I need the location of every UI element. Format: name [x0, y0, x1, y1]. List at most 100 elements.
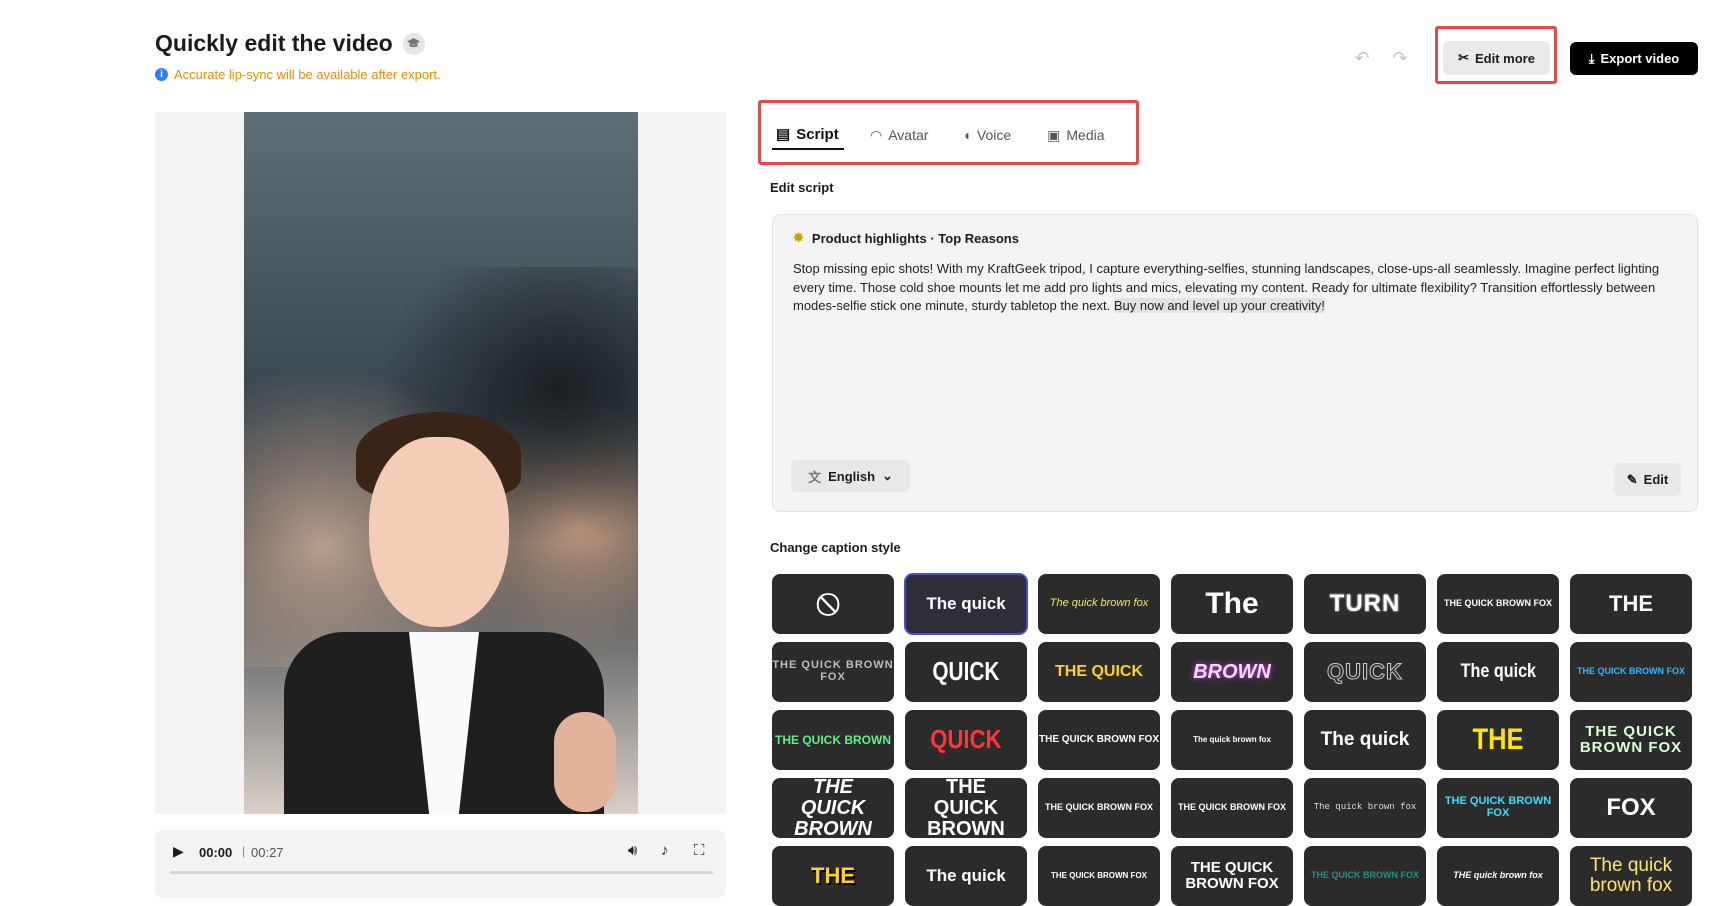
- caption-style-pink-glow[interactable]: BROWN: [1171, 642, 1293, 702]
- caption-style-purple-bar[interactable]: The quick brown fox: [1171, 710, 1293, 770]
- caption-style-preview: THE QUICK BROWN FOX: [1444, 795, 1552, 819]
- fullscreen-icon[interactable]: ⛶: [694, 842, 705, 859]
- caption-style-violet-small[interactable]: THE QUICK BROWN FOX: [1171, 778, 1293, 838]
- caption-style-white-fox[interactable]: FOX: [1570, 778, 1692, 838]
- script-card: [772, 214, 1698, 512]
- caption-style-cyan-italic[interactable]: THE quick brown fox: [1437, 846, 1559, 906]
- tab-script-label: Script: [796, 125, 839, 143]
- caption-style-preview: THE QUICK BROWN FOX: [1185, 859, 1279, 892]
- tab-voice-label: Voice: [976, 127, 1012, 143]
- current-time: 00:00: [199, 845, 233, 860]
- caption-style-outline-white[interactable]: TURN: [1304, 574, 1426, 634]
- video-frame[interactable]: [244, 112, 638, 814]
- voice-icon: ◖: [962, 127, 971, 143]
- caption-style-preview: THE QUICK BROWN FOX: [1311, 870, 1419, 881]
- edit-label: Edit: [1643, 472, 1669, 487]
- caption-style-green-two-line[interactable]: THE QUICK BROWN FOX: [1570, 710, 1692, 770]
- export-label: Export video: [1600, 51, 1680, 66]
- caption-style-yellow-bold[interactable]: THE QUICK: [1038, 642, 1160, 702]
- caption-style-preview: THE QUICK BROWN FOX: [1178, 802, 1286, 813]
- tutorial-cap-icon[interactable]: [402, 32, 425, 55]
- info-icon: i: [155, 68, 168, 81]
- chevron-down-icon: ⌄: [882, 468, 893, 483]
- caption-style-red-white[interactable]: The quick: [1304, 710, 1426, 770]
- caption-style-yellow-big[interactable]: THE: [1437, 710, 1559, 770]
- tab-avatar-label: Avatar: [888, 127, 929, 143]
- caption-style-preview: THE: [1609, 591, 1653, 617]
- caption-style-preview: THE QUICK BROWN FOX: [1577, 666, 1685, 677]
- caption-style-mono-tiny[interactable]: The quick brown fox: [1304, 778, 1426, 838]
- caption-style-yellow-stack[interactable]: THE QUICK BROWN: [905, 778, 1027, 838]
- caption-style-preview: The quick: [926, 594, 1006, 614]
- tab-voice[interactable]: ◖ Voice: [958, 120, 1015, 150]
- caption-style-teal-faded[interactable]: THE QUICK BROWN FOX: [1304, 846, 1426, 906]
- caption-style-small-caps-teal[interactable]: THE QUICK BROWN FOX: [1437, 574, 1559, 634]
- language-select[interactable]: 文 English ⌄: [791, 460, 910, 492]
- script-heading-text: Product highlights · Top Reasons: [811, 230, 1019, 246]
- caption-style-preview: THE QUICK BROWN: [775, 732, 891, 747]
- caption-style-outline-grey[interactable]: QUICK: [1304, 642, 1426, 702]
- caption-style-none[interactable]: ⃠: [772, 574, 894, 634]
- caption-style-preview: THE QUICK BROWN FOX: [1039, 733, 1159, 745]
- caption-style-blue-small[interactable]: THE QUICK BROWN FOX: [1570, 642, 1692, 702]
- caption-style-selected[interactable]: The quick: [904, 573, 1028, 635]
- tab-avatar[interactable]: ◠ Avatar: [866, 120, 932, 150]
- tab-media[interactable]: ▣ Media: [1043, 120, 1108, 150]
- caption-style-purple-box[interactable]: THE QUICK BROWN FOX: [1038, 710, 1160, 770]
- volume-icon[interactable]: 🔊︎: [628, 842, 637, 859]
- sparkle-icon: ✸: [793, 230, 804, 245]
- caption-style-preview: The quick: [1320, 729, 1410, 751]
- tiktok-icon[interactable]: ♪: [661, 842, 669, 859]
- script-highlight: Buy now and level up your creativity!: [1113, 298, 1325, 313]
- caption-style-label: Change caption style: [770, 540, 901, 555]
- language-label: English: [828, 468, 876, 484]
- script-heading: ✸ Product highlights · Top Reasons: [793, 230, 1019, 246]
- caption-style-preview: THE quick brown fox: [1453, 870, 1543, 881]
- script-textarea[interactable]: Stop missing epic shots! With my KraftGe…: [793, 260, 1678, 316]
- caption-style-yellow-3d[interactable]: THE: [772, 846, 894, 906]
- caption-style-condensed-white-2[interactable]: The quick: [1437, 642, 1559, 702]
- caption-style-bold-white[interactable]: THE: [1570, 574, 1692, 634]
- page-title-text: Quickly edit the video: [155, 30, 393, 56]
- caption-style-preview: THE QUICK BROWN: [794, 778, 872, 838]
- caption-style-big-white[interactable]: The: [1171, 574, 1293, 634]
- edit-script-label: Edit script: [770, 180, 834, 195]
- caption-style-teal-small[interactable]: THE QUICK BROWN FOX: [1038, 778, 1160, 838]
- caption-style-preview: The quick brown fox: [1589, 855, 1673, 896]
- caption-style-preview: THE: [1472, 723, 1524, 757]
- tab-script[interactable]: ▤ Script: [772, 120, 844, 150]
- caption-style-preview: QUICK: [932, 656, 1000, 687]
- caption-style-preview: TURN: [1329, 590, 1401, 618]
- edit-more-button[interactable]: ✂ Edit more: [1443, 41, 1550, 75]
- export-video-button[interactable]: ⤓ Export video: [1570, 42, 1698, 75]
- edit-script-button[interactable]: ✎ Edit: [1614, 463, 1681, 496]
- translate-icon: 文: [808, 469, 822, 485]
- play-icon[interactable]: ▶: [173, 843, 184, 860]
- caption-style-preview: THE QUICK BROWN FOX: [772, 659, 894, 683]
- caption-style-blue-box[interactable]: THE QUICK BROWN FOX: [1038, 846, 1160, 906]
- caption-style-green-last[interactable]: The quick: [905, 846, 1027, 906]
- page-title: Quickly edit the video: [155, 30, 425, 57]
- caption-style-yellow-two-line[interactable]: THE QUICK BROWN FOX: [1171, 846, 1293, 906]
- editor-tabs: ▤ Script ◠ Avatar ◖ Voice ▣ Media: [772, 120, 1109, 150]
- pencil-icon: ✎: [1626, 471, 1638, 487]
- caption-style-mono-grey[interactable]: THE QUICK BROWN FOX: [772, 642, 894, 702]
- player-controls: [155, 830, 726, 898]
- caption-style-yellow-italic[interactable]: The quick brown fox: [1038, 574, 1160, 634]
- caption-style-cyan-condensed[interactable]: THE QUICK BROWN FOX: [1437, 778, 1559, 838]
- caption-style-preview: THE: [811, 863, 855, 889]
- progress-bar[interactable]: [170, 871, 713, 874]
- caption-style-red-stroke[interactable]: QUICK: [905, 710, 1027, 770]
- caption-style-green-mix[interactable]: THE QUICK BROWN: [772, 710, 894, 770]
- caption-style-preview: THE QUICK BROWN FOX: [1444, 598, 1552, 609]
- redo-icon[interactable]: ↷: [1388, 46, 1412, 70]
- script-icon: ▤: [776, 126, 791, 143]
- caption-style-condensed-white[interactable]: QUICK: [905, 642, 1027, 702]
- caption-style-preview: The quick brown fox: [1049, 597, 1149, 610]
- undo-icon[interactable]: ↶: [1350, 46, 1374, 70]
- caption-style-preview: The quick brown fox: [1313, 802, 1417, 813]
- caption-style-yellow-white-two-line[interactable]: The quick brown fox: [1570, 846, 1692, 906]
- caption-style-purple-stack[interactable]: THE QUICK BROWN: [772, 778, 894, 838]
- caption-style-preview: THE QUICK BROWN: [927, 778, 1005, 838]
- media-icon: ▣: [1047, 126, 1061, 143]
